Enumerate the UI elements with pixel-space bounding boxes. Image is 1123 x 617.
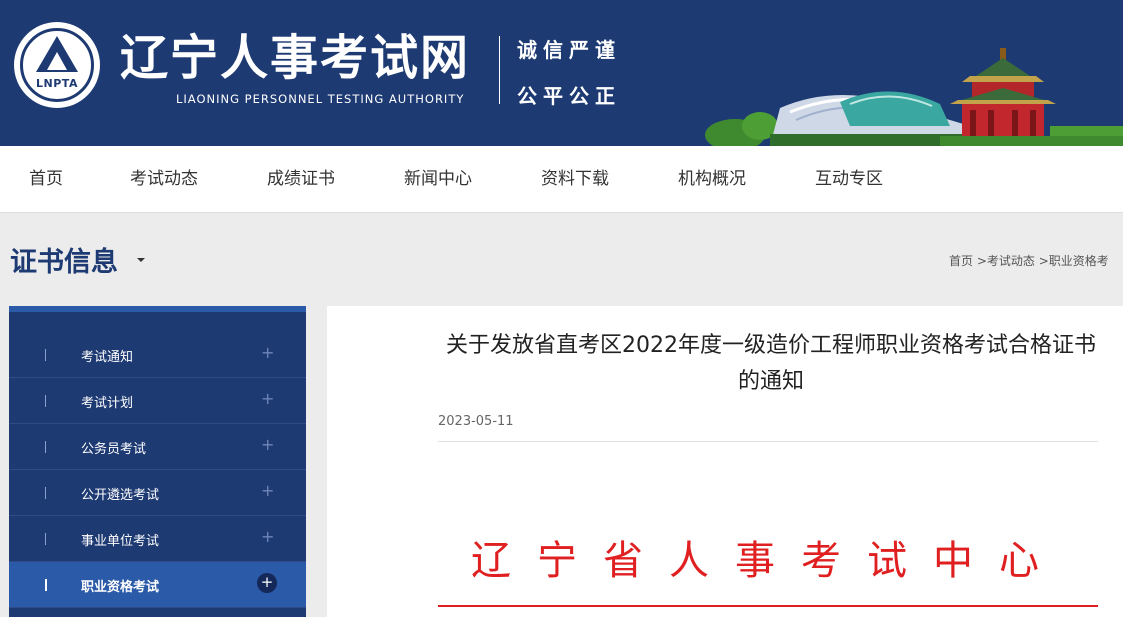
- article-panel: 关于发放省直考区2022年度一级造价工程师职业资格考试合格证书的通知 2023-…: [327, 306, 1123, 617]
- sidebar-item-marker: [45, 441, 46, 453]
- sidebar-item-marker: [45, 579, 47, 591]
- document-red-header: 辽宁省人事考试中心: [471, 538, 1065, 584]
- article-date: 2023-05-11: [438, 414, 514, 429]
- nav-item-about[interactable]: 机构概况: [678, 146, 746, 213]
- breadcrumb-exam-news[interactable]: >考试动态: [977, 254, 1035, 268]
- nav-item-news-center[interactable]: 新闻中心: [404, 146, 472, 213]
- sidebar-item-label: 公务员考试: [81, 442, 147, 457]
- expand-plus-icon[interactable]: +: [261, 390, 274, 408]
- sidebar-item-public-institution[interactable]: 事业单位考试 +: [9, 516, 306, 562]
- chevron-down-icon[interactable]: [137, 258, 145, 262]
- site-title[interactable]: 辽宁人事考试网: [120, 30, 470, 86]
- logo-mountain-inner: [47, 52, 67, 70]
- slogan-line-1: 诚信严谨: [517, 38, 621, 62]
- nav-item-exam-news[interactable]: 考试动态: [130, 146, 198, 213]
- logo-abbreviation: LNPTA: [36, 77, 78, 90]
- sidebar-item-marker: [45, 487, 46, 499]
- sidebar-item-vocational-qualification[interactable]: 职业资格考试 +: [9, 562, 306, 608]
- divider: [438, 441, 1098, 442]
- header-divider: [499, 36, 500, 104]
- slogan-line-2: 公平公正: [517, 84, 621, 108]
- article-title: 关于发放省直考区2022年度一级造价工程师职业资格考试合格证书的通知: [446, 333, 1096, 394]
- sidebar-item-label: 公开遴选考试: [81, 488, 160, 503]
- site-header: LNPTA 辽宁人事考试网 LIAONING PERSONNEL TESTING…: [0, 0, 1123, 146]
- nav-item-home[interactable]: 首页: [29, 146, 63, 213]
- expand-plus-icon[interactable]: +: [261, 528, 274, 546]
- nav-item-downloads[interactable]: 资料下载: [541, 146, 609, 213]
- sidebar-item-exam-plan[interactable]: 考试计划 +: [9, 378, 306, 424]
- breadcrumb: 首页 >考试动态 >职业资格考: [949, 252, 1109, 269]
- sidebar-item-public-selection[interactable]: 公开遴选考试 +: [9, 470, 306, 516]
- site-subtitle: LIAONING PERSONNEL TESTING AUTHORITY: [176, 92, 465, 106]
- sidebar-item-label: 事业单位考试: [81, 534, 160, 549]
- expand-plus-icon[interactable]: +: [261, 482, 274, 500]
- red-header-rule: [438, 605, 1098, 607]
- header-landmark-illustration: [705, 48, 1123, 146]
- expand-plus-icon[interactable]: +: [261, 436, 274, 454]
- expand-plus-icon[interactable]: +: [261, 344, 274, 362]
- breadcrumb-home[interactable]: 首页: [949, 254, 973, 268]
- sidebar-item-marker: [45, 349, 46, 361]
- nav-item-interactive[interactable]: 互动专区: [815, 146, 883, 213]
- sidebar-item-marker: [45, 395, 46, 407]
- sidebar-item-label: 考试计划: [81, 396, 134, 411]
- sidebar: 考试通知 + 考试计划 + 公务员考试 + 公开遴选考试 + 事业单位考试 + …: [9, 306, 306, 617]
- sidebar-item-marker: [45, 533, 46, 545]
- sidebar-item-exam-notice[interactable]: 考试通知 +: [9, 332, 306, 378]
- sidebar-item-civil-service[interactable]: 公务员考试 +: [9, 424, 306, 470]
- breadcrumb-vocational[interactable]: >职业资格考: [1039, 254, 1109, 268]
- page-title: 证书信息: [10, 247, 118, 278]
- nav-item-scores-certificates[interactable]: 成绩证书: [267, 146, 335, 213]
- sidebar-item-label: 职业资格考试: [81, 580, 160, 595]
- sidebar-item-label: 考试通知: [81, 350, 134, 365]
- lnpta-logo[interactable]: LNPTA: [14, 22, 100, 108]
- expand-plus-icon[interactable]: +: [257, 573, 277, 593]
- main-nav: 首页 考试动态 成绩证书 新闻中心 资料下载 机构概况 互动专区: [0, 146, 1123, 213]
